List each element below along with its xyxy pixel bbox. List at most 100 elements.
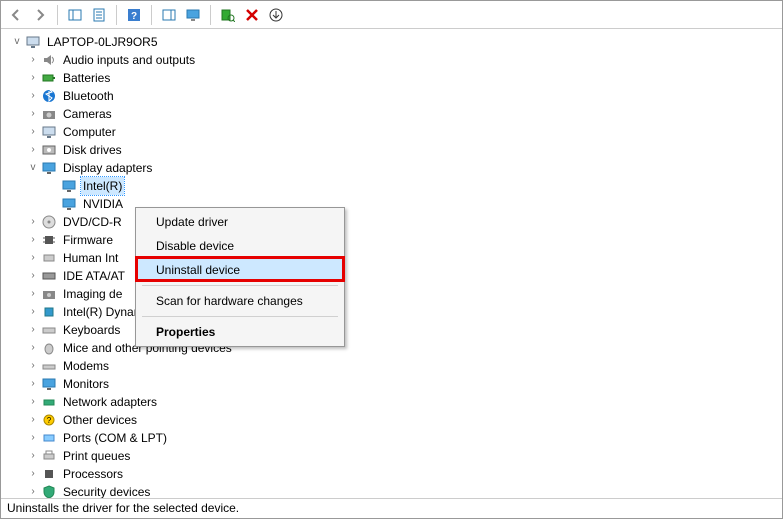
expander-icon[interactable]: ›: [25, 466, 41, 482]
port-icon: [41, 430, 57, 446]
disk-icon: [41, 142, 57, 158]
chip-icon: [41, 232, 57, 248]
tree-category-bluetooth[interactable]: › Bluetooth: [5, 87, 782, 105]
category-label: Firmware: [61, 231, 115, 249]
category-label: Processors: [61, 465, 125, 483]
status-bar: Uninstalls the driver for the selected d…: [1, 498, 782, 518]
ctx-properties[interactable]: Properties: [138, 320, 342, 344]
expander-icon[interactable]: v: [25, 160, 41, 176]
category-label: Bluetooth: [61, 87, 116, 105]
uninstall-button[interactable]: [241, 4, 263, 26]
category-label: IDE ATA/AT: [61, 267, 127, 285]
tree-category-monitors[interactable]: › Monitors: [5, 375, 782, 393]
action-button[interactable]: [158, 4, 180, 26]
expander-icon[interactable]: ›: [25, 106, 41, 122]
tree-category-hid[interactable]: › Human Int: [5, 249, 782, 267]
tree-category-dvdcd[interactable]: › DVD/CD-R: [5, 213, 782, 231]
tree-category-disk-drives[interactable]: › Disk drives: [5, 141, 782, 159]
tree-category-mice[interactable]: › Mice and other pointing devices: [5, 339, 782, 357]
category-label: Computer: [61, 123, 118, 141]
ctx-scan-hardware[interactable]: Scan for hardware changes: [138, 289, 342, 313]
expander-icon[interactable]: ›: [25, 412, 41, 428]
tree-category-keyboards[interactable]: › Keyboards: [5, 321, 782, 339]
view-button[interactable]: [182, 4, 204, 26]
expander-icon[interactable]: ›: [25, 358, 41, 374]
ctx-disable-device[interactable]: Disable device: [138, 234, 342, 258]
tree-category-firmware[interactable]: › Firmware: [5, 231, 782, 249]
expander-icon[interactable]: ›: [25, 448, 41, 464]
expander-icon[interactable]: ›: [25, 286, 41, 302]
tree-category-batteries[interactable]: › Batteries: [5, 69, 782, 87]
speaker-icon: [41, 52, 57, 68]
help-icon: ?: [127, 8, 141, 22]
tree-category-display-adapters[interactable]: v Display adapters: [5, 159, 782, 177]
expander-icon[interactable]: ›: [25, 376, 41, 392]
ctx-uninstall-device[interactable]: Uninstall device: [138, 258, 342, 282]
panel-icon: [68, 8, 82, 22]
properties-button[interactable]: [88, 4, 110, 26]
monitor-icon: [41, 376, 57, 392]
category-label: Human Int: [61, 249, 120, 267]
help-button[interactable]: ?: [123, 4, 145, 26]
expander-icon[interactable]: ›: [25, 70, 41, 86]
category-label: Display adapters: [61, 159, 154, 177]
category-label: Ports (COM & LPT): [61, 429, 169, 447]
back-button[interactable]: [5, 4, 27, 26]
tree-category-intel-dptf[interactable]: › Intel(R) Dynamic Platform and Thermal …: [5, 303, 782, 321]
modem-icon: [41, 358, 57, 374]
device-tree[interactable]: v LAPTOP-0LJR9OR5 › Audio inputs and out…: [1, 29, 782, 498]
tree-category-cameras[interactable]: › Cameras: [5, 105, 782, 123]
toolbar-separator: [57, 5, 58, 25]
category-label: Modems: [61, 357, 111, 375]
expander-icon[interactable]: ›: [25, 322, 41, 338]
show-hidden-button[interactable]: [64, 4, 86, 26]
tree-category-imaging[interactable]: › Imaging de: [5, 285, 782, 303]
tree-category-ports[interactable]: › Ports (COM & LPT): [5, 429, 782, 447]
ctx-label: Update driver: [156, 215, 228, 229]
imaging-icon: [41, 286, 57, 302]
tree-category-computer[interactable]: › Computer: [5, 123, 782, 141]
tree-category-network[interactable]: › Network adapters: [5, 393, 782, 411]
expander-icon[interactable]: ›: [25, 268, 41, 284]
category-label: Monitors: [61, 375, 111, 393]
category-label: Imaging de: [61, 285, 124, 303]
expander-icon[interactable]: ›: [25, 52, 41, 68]
expander-icon[interactable]: ›: [25, 250, 41, 266]
arrow-left-icon: [9, 8, 23, 22]
expander-icon[interactable]: ›: [25, 142, 41, 158]
mouse-icon: [41, 340, 57, 356]
toolbar-separator: [210, 5, 211, 25]
scan-button[interactable]: [217, 4, 239, 26]
tree-category-processors[interactable]: › Processors: [5, 465, 782, 483]
expander-icon[interactable]: ›: [25, 232, 41, 248]
expander-icon[interactable]: ›: [25, 124, 41, 140]
tree-category-ide[interactable]: › IDE ATA/AT: [5, 267, 782, 285]
tree-root[interactable]: v LAPTOP-0LJR9OR5: [5, 33, 782, 51]
expander-icon[interactable]: ›: [25, 430, 41, 446]
expander-icon[interactable]: ›: [25, 214, 41, 230]
expander-icon[interactable]: ›: [25, 484, 41, 498]
expander-icon[interactable]: ›: [25, 88, 41, 104]
category-label: Cameras: [61, 105, 114, 123]
update-button[interactable]: [265, 4, 287, 26]
battery-icon: [41, 70, 57, 86]
svg-text:?: ?: [47, 416, 52, 425]
display-icon: [61, 196, 77, 212]
expander-icon[interactable]: ›: [25, 340, 41, 356]
computer-icon: [25, 34, 41, 50]
tree-category-security[interactable]: › Security devices: [5, 483, 782, 498]
tree-category-audio[interactable]: › Audio inputs and outputs: [5, 51, 782, 69]
expander-spacer: [45, 178, 61, 194]
printer-icon: [41, 448, 57, 464]
tree-device-intel[interactable]: Intel(R): [5, 177, 782, 195]
tree-device-nvidia[interactable]: NVIDIA: [5, 195, 782, 213]
expander-icon[interactable]: v: [9, 34, 25, 50]
ctx-update-driver[interactable]: Update driver: [138, 210, 342, 234]
tree-category-modems[interactable]: › Modems: [5, 357, 782, 375]
tree-category-print-queues[interactable]: › Print queues: [5, 447, 782, 465]
tree-category-other[interactable]: › ? Other devices: [5, 411, 782, 429]
forward-button[interactable]: [29, 4, 51, 26]
expander-icon[interactable]: ›: [25, 304, 41, 320]
expander-icon[interactable]: ›: [25, 394, 41, 410]
update-down-icon: [269, 8, 283, 22]
